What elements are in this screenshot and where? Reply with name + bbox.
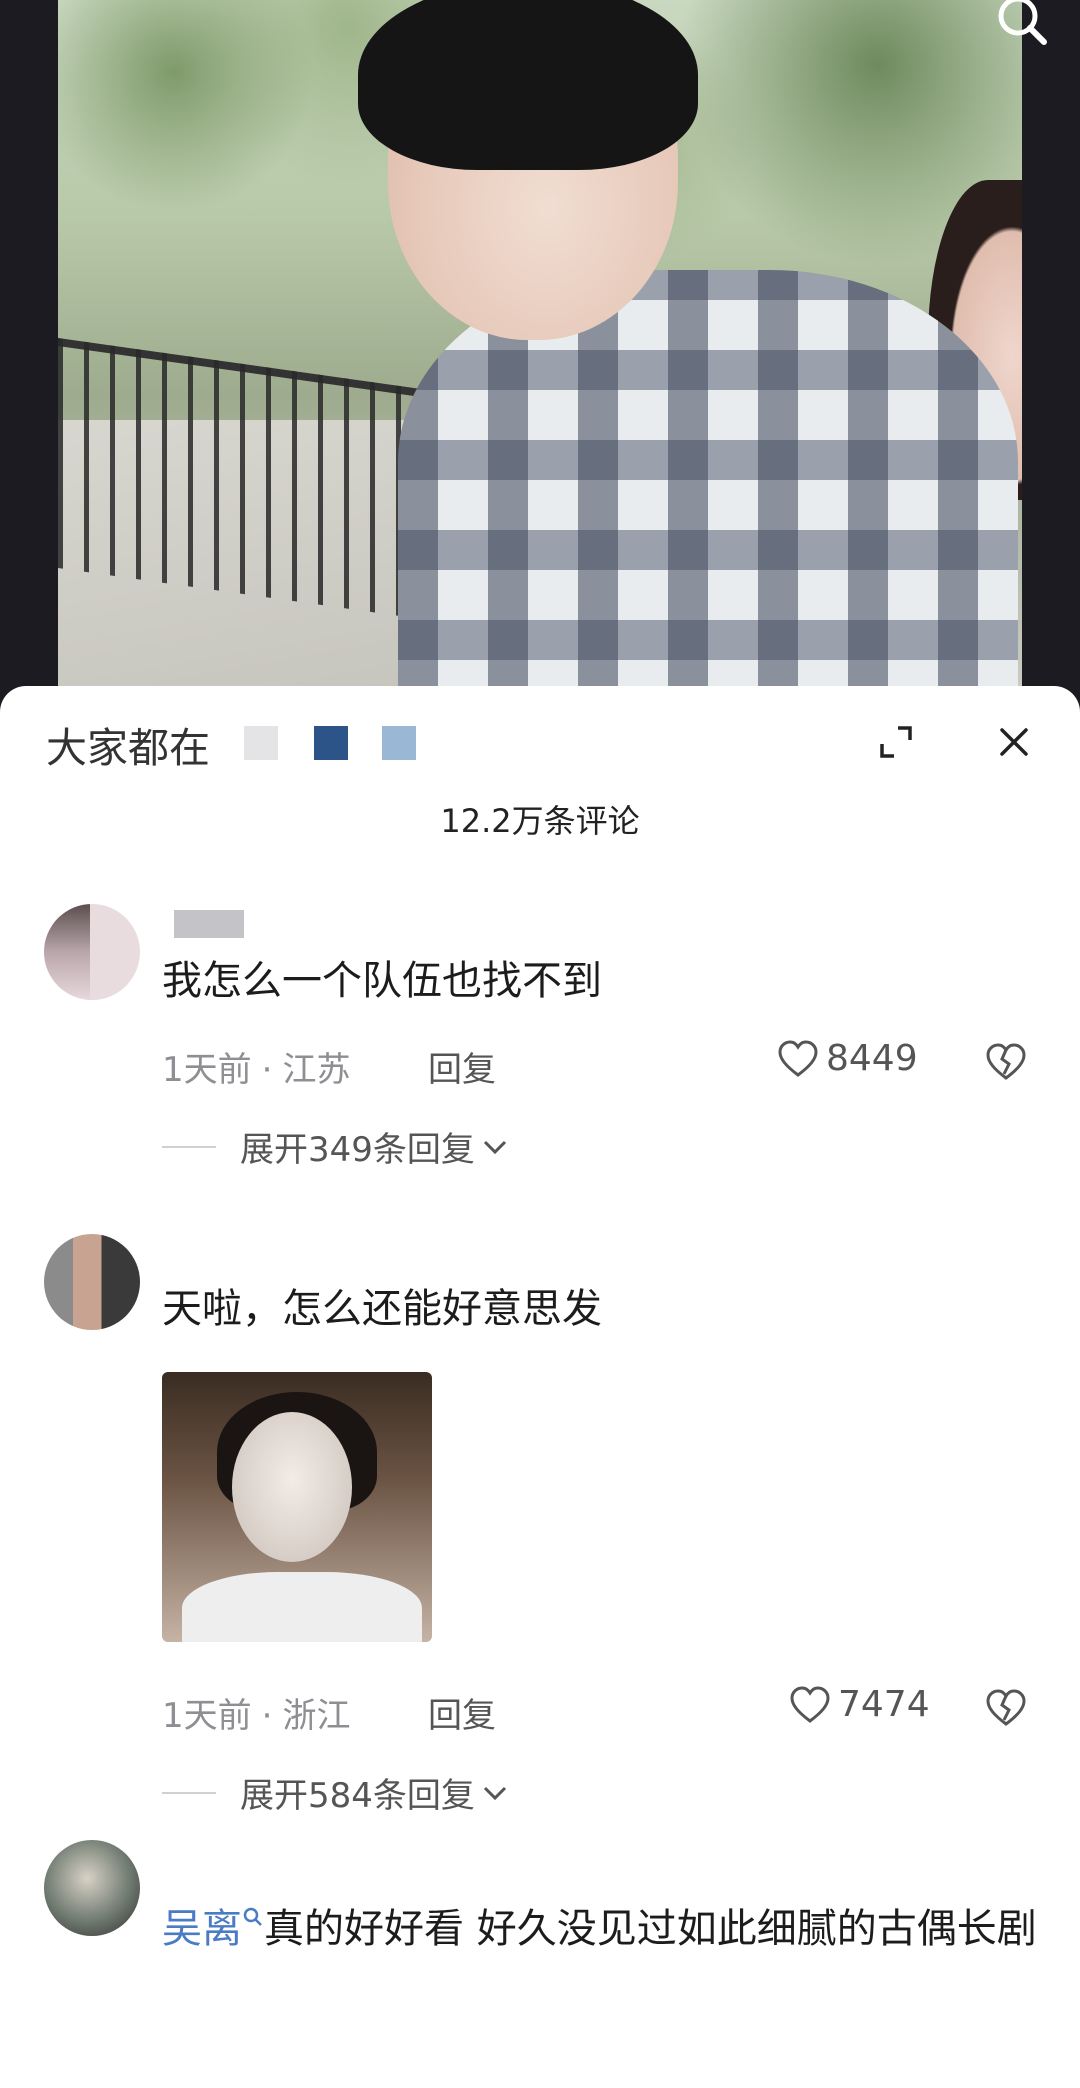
comment-text: 我怎么一个队伍也找不到 bbox=[162, 958, 602, 1004]
username-blurred[interactable] bbox=[174, 910, 244, 938]
like-count: 7474 bbox=[838, 1684, 930, 1725]
comment-time: 1天前 bbox=[162, 1696, 252, 1736]
man-hair bbox=[358, 0, 698, 170]
like-count: 8449 bbox=[826, 1038, 918, 1079]
comment-meta: 1天前 · 浙江 bbox=[162, 1696, 351, 1736]
reply-button[interactable]: 回复 bbox=[428, 1042, 496, 1091]
like-button[interactable]: 7474 bbox=[788, 1684, 930, 1725]
expand-icon[interactable] bbox=[878, 724, 914, 760]
image-shirt bbox=[182, 1572, 422, 1642]
comment-count: 12.2万条评论 bbox=[440, 802, 640, 840]
title-mosaic bbox=[314, 726, 348, 760]
title-mosaic bbox=[382, 726, 416, 760]
expand-replies-button[interactable]: 展开584条回复 bbox=[162, 1768, 509, 1817]
heart-icon bbox=[790, 1685, 830, 1723]
expand-replies-button[interactable]: 展开349条回复 bbox=[162, 1122, 509, 1171]
comment-item: 吴离 真的好好看 好久没见过如此细腻的古偶长剧 bbox=[0, 1840, 1080, 2080]
comment-text: 天啦，怎么还能好意思发 bbox=[162, 1286, 602, 1332]
expand-replies-label: 展开349条回复 bbox=[240, 1130, 475, 1170]
comment-body: 真的好好看 好久没见过如此细腻的古偶长剧 bbox=[264, 1906, 1037, 1952]
avatar[interactable] bbox=[44, 1840, 140, 1936]
comment-image[interactable] bbox=[162, 1372, 432, 1642]
divider-line bbox=[162, 1145, 216, 1148]
man-shirt bbox=[398, 270, 1018, 720]
sheet-title: 大家都在 bbox=[46, 724, 210, 772]
video-player[interactable] bbox=[0, 0, 1080, 720]
divider-line bbox=[162, 1791, 216, 1794]
comment-sheet: 大家都在 12.2万条评论 我怎么一个队伍也找不到 1天前 · 江苏 回复 8449 bbox=[0, 686, 1080, 2088]
chevron-down-icon bbox=[483, 1140, 506, 1154]
comment-item: 天啦，怎么还能好意思发 1天前 · 浙江 回复 7474 展开584条回复 bbox=[0, 1234, 1080, 1834]
comment-item: 我怎么一个队伍也找不到 1天前 · 江苏 回复 8449 展开349条回复 bbox=[0, 904, 1080, 1204]
comment-text: 吴离 真的好好看 好久没见过如此细腻的古偶长剧 bbox=[162, 1902, 1042, 1956]
broken-heart-icon[interactable] bbox=[984, 1688, 1028, 1728]
close-icon[interactable] bbox=[996, 724, 1032, 760]
image-face bbox=[232, 1412, 352, 1562]
comment-meta: 1天前 · 江苏 bbox=[162, 1050, 351, 1090]
heart-icon bbox=[778, 1039, 818, 1077]
mentioned-user[interactable]: 吴离 bbox=[162, 1906, 242, 1952]
expand-replies-label: 展开584条回复 bbox=[240, 1776, 475, 1816]
avatar[interactable] bbox=[44, 1234, 140, 1330]
search-icon bbox=[243, 1907, 262, 1926]
comment-location: 浙江 bbox=[282, 1696, 351, 1736]
broken-heart-icon[interactable] bbox=[984, 1042, 1028, 1082]
avatar[interactable] bbox=[44, 904, 140, 1000]
video-frame bbox=[58, 0, 1022, 720]
reply-button[interactable]: 回复 bbox=[428, 1688, 496, 1737]
comment-time: 1天前 bbox=[162, 1050, 252, 1090]
title-mosaic bbox=[244, 726, 278, 760]
chevron-down-icon bbox=[483, 1786, 506, 1800]
comment-location: 江苏 bbox=[282, 1050, 351, 1090]
search-icon[interactable] bbox=[992, 0, 1052, 50]
like-button[interactable]: 8449 bbox=[776, 1038, 918, 1079]
